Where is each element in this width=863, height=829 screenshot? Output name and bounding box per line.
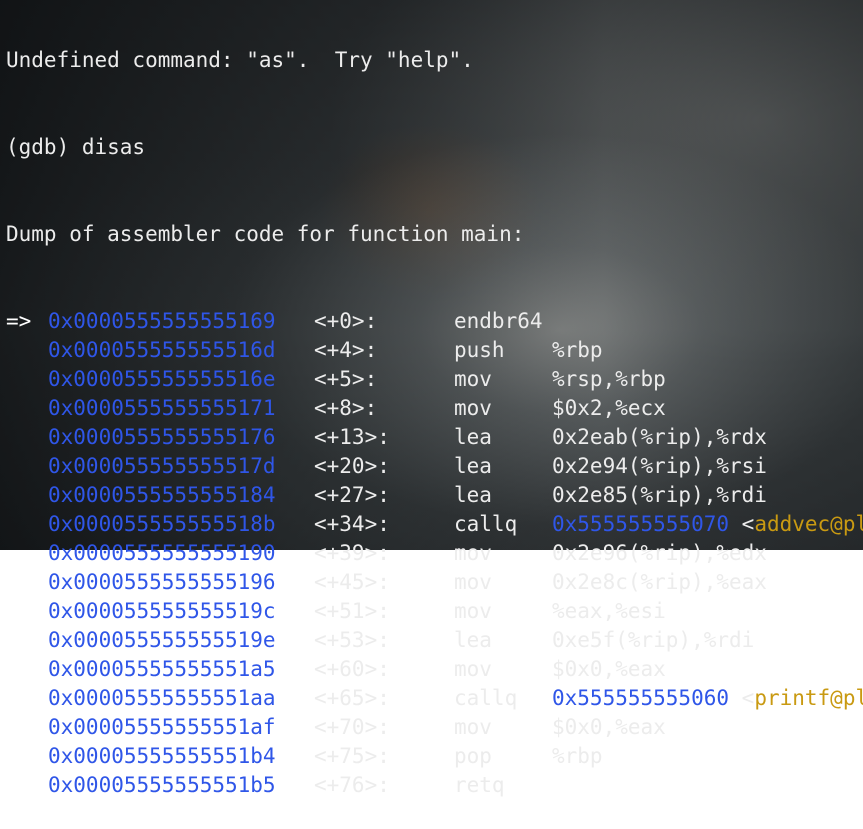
instruction-address: 0x00005555555551b5 <box>48 773 276 797</box>
terminal-output[interactable]: Undefined command: "as". Try "help". (gd… <box>6 0 863 829</box>
instruction-offset: <+34>: <box>314 512 390 536</box>
instruction-offset: <+65>: <box>314 686 390 710</box>
instruction-operands: 0x2e85(%rip),%rdi <box>552 483 767 507</box>
call-target-symbol: printf@plt> <box>754 686 863 710</box>
asm-instruction-row: 0x0000555555555176 <+13>: lea 0x2eab(%rip),… <box>6 423 863 452</box>
instruction-address: 0x00005555555551b4 <box>48 744 276 768</box>
asm-instruction-row: 0x000055555555516e <+5>: mov %rsp,%rbp <box>6 365 863 394</box>
instruction-mnemonic: retq <box>454 773 505 797</box>
terminal-line: Undefined command: "as". Try "help". <box>6 46 863 75</box>
instruction-address: 0x000055555555518b <box>48 512 276 536</box>
assembler-listing: => 0x0000555555555169 <+0>: endbr64 0x000055… <box>6 307 863 800</box>
dump-header: Dump of assembler code for function main… <box>6 222 525 246</box>
instruction-address: 0x0000555555555184 <box>48 483 276 507</box>
instruction-offset: <+60>: <box>314 657 390 681</box>
instruction-mnemonic: callq <box>454 686 518 710</box>
instruction-offset: <+4>: <box>314 338 378 362</box>
asm-instruction-row: => 0x0000555555555169 <+0>: endbr64 <box>6 307 863 336</box>
symbol-open-bracket: < <box>729 512 755 536</box>
instruction-mnemonic: mov <box>454 599 492 623</box>
asm-instruction-row: 0x000055555555516d <+4>: push %rbp <box>6 336 863 365</box>
instruction-address: 0x00005555555551a5 <box>48 657 276 681</box>
instruction-address: 0x0000555555555190 <box>48 541 276 565</box>
instruction-address: 0x0000555555555171 <box>48 396 276 420</box>
instruction-operands: $0x0,%eax <box>552 715 666 739</box>
instruction-operands: %rbp <box>552 338 603 362</box>
instruction-mnemonic: pop <box>454 744 492 768</box>
instruction-address: 0x0000555555555169 <box>48 309 276 333</box>
instruction-operands: %rsp,%rbp <box>552 367 666 391</box>
instruction-mnemonic: lea <box>454 454 492 478</box>
asm-instruction-row: 0x0000555555555190 <+39>: mov 0x2e96(%rip),… <box>6 539 863 568</box>
instruction-operands: 0x2eab(%rip),%rdx <box>552 425 767 449</box>
instruction-offset: <+8>: <box>314 396 378 420</box>
instruction-mnemonic: endbr64 <box>454 309 543 333</box>
call-target-address: 0x555555555070 <box>552 512 730 536</box>
instruction-address: 0x00005555555551aa <box>48 686 276 710</box>
instruction-mnemonic: push <box>454 338 505 362</box>
call-target-symbol: addvec@plt> <box>754 512 863 536</box>
asm-instruction-row: 0x00005555555551b5 <+76>: retq <box>6 771 863 800</box>
asm-instruction-row: 0x00005555555551aa <+65>: callq 0x555555555… <box>6 684 863 713</box>
terminal-line: Dump of assembler code for function main… <box>6 220 863 249</box>
error-message: Undefined command: "as". Try "help". <box>6 48 474 72</box>
symbol-open-bracket: < <box>729 686 755 710</box>
instruction-offset: <+27>: <box>314 483 390 507</box>
instruction-mnemonic: mov <box>454 570 492 594</box>
instruction-operands: 0xe5f(%rip),%rdi <box>552 628 755 652</box>
gdb-prompt-command: (gdb) disas <box>6 135 146 159</box>
instruction-operands: %rbp <box>552 744 603 768</box>
instruction-mnemonic: mov <box>454 396 492 420</box>
instruction-offset: <+39>: <box>314 541 390 565</box>
instruction-operands: $0x2,%ecx <box>552 396 666 420</box>
instruction-operands: $0x0,%eax <box>552 657 666 681</box>
instruction-offset: <+76>: <box>314 773 390 797</box>
instruction-offset: <+5>: <box>314 367 378 391</box>
instruction-operands: 0x2e96(%rip),%edx <box>552 541 767 565</box>
current-instruction-arrow: => <box>6 309 32 333</box>
instruction-mnemonic: mov <box>454 541 492 565</box>
instruction-mnemonic: lea <box>454 628 492 652</box>
instruction-offset: <+75>: <box>314 744 390 768</box>
instruction-offset: <+0>: <box>314 309 378 333</box>
asm-instruction-row: 0x000055555555519c <+51>: mov %eax,%esi <box>6 597 863 626</box>
asm-instruction-row: 0x0000555555555171 <+8>: mov $0x2,%ecx <box>6 394 863 423</box>
instruction-offset: <+45>: <box>314 570 390 594</box>
asm-instruction-row: 0x00005555555551af <+70>: mov $0x0,%eax <box>6 713 863 742</box>
asm-instruction-row: 0x000055555555518b <+34>: callq 0x555555555… <box>6 510 863 539</box>
asm-instruction-row: 0x0000555555555196 <+45>: mov 0x2e8c(%rip),… <box>6 568 863 597</box>
instruction-mnemonic: lea <box>454 483 492 507</box>
asm-instruction-row: 0x0000555555555184 <+27>: lea 0x2e85(%rip),… <box>6 481 863 510</box>
instruction-address: 0x000055555555517d <box>48 454 276 478</box>
instruction-address: 0x000055555555519c <box>48 599 276 623</box>
asm-instruction-row: 0x000055555555519e <+53>: lea 0xe5f(%rip),%… <box>6 626 863 655</box>
asm-instruction-row: 0x00005555555551b4 <+75>: pop %rbp <box>6 742 863 771</box>
instruction-offset: <+70>: <box>314 715 390 739</box>
instruction-address: 0x000055555555516d <box>48 338 276 362</box>
instruction-address: 0x0000555555555196 <box>48 570 276 594</box>
instruction-operands: 0x2e94(%rip),%rsi <box>552 454 767 478</box>
instruction-operands: %eax,%esi <box>552 599 666 623</box>
instruction-mnemonic: callq <box>454 512 518 536</box>
instruction-operands: 0x555555555060 <printf@plt> <box>552 684 863 713</box>
instruction-address: 0x00005555555551af <box>48 715 276 739</box>
instruction-offset: <+20>: <box>314 454 390 478</box>
instruction-address: 0x000055555555516e <box>48 367 276 391</box>
asm-instruction-row: 0x00005555555551a5 <+60>: mov $0x0,%eax <box>6 655 863 684</box>
terminal-line: (gdb) disas <box>6 133 863 162</box>
instruction-mnemonic: lea <box>454 425 492 449</box>
call-target-address: 0x555555555060 <box>552 686 730 710</box>
instruction-mnemonic: mov <box>454 715 492 739</box>
instruction-offset: <+53>: <box>314 628 390 652</box>
instruction-operands: 0x555555555070 <addvec@plt> <box>552 510 863 539</box>
asm-instruction-row: 0x000055555555517d <+20>: lea 0x2e94(%rip),… <box>6 452 863 481</box>
instruction-operands: 0x2e8c(%rip),%eax <box>552 570 767 594</box>
instruction-mnemonic: mov <box>454 367 492 391</box>
instruction-offset: <+13>: <box>314 425 390 449</box>
instruction-address: 0x000055555555519e <box>48 628 276 652</box>
instruction-offset: <+51>: <box>314 599 390 623</box>
instruction-address: 0x0000555555555176 <box>48 425 276 449</box>
instruction-mnemonic: mov <box>454 657 492 681</box>
